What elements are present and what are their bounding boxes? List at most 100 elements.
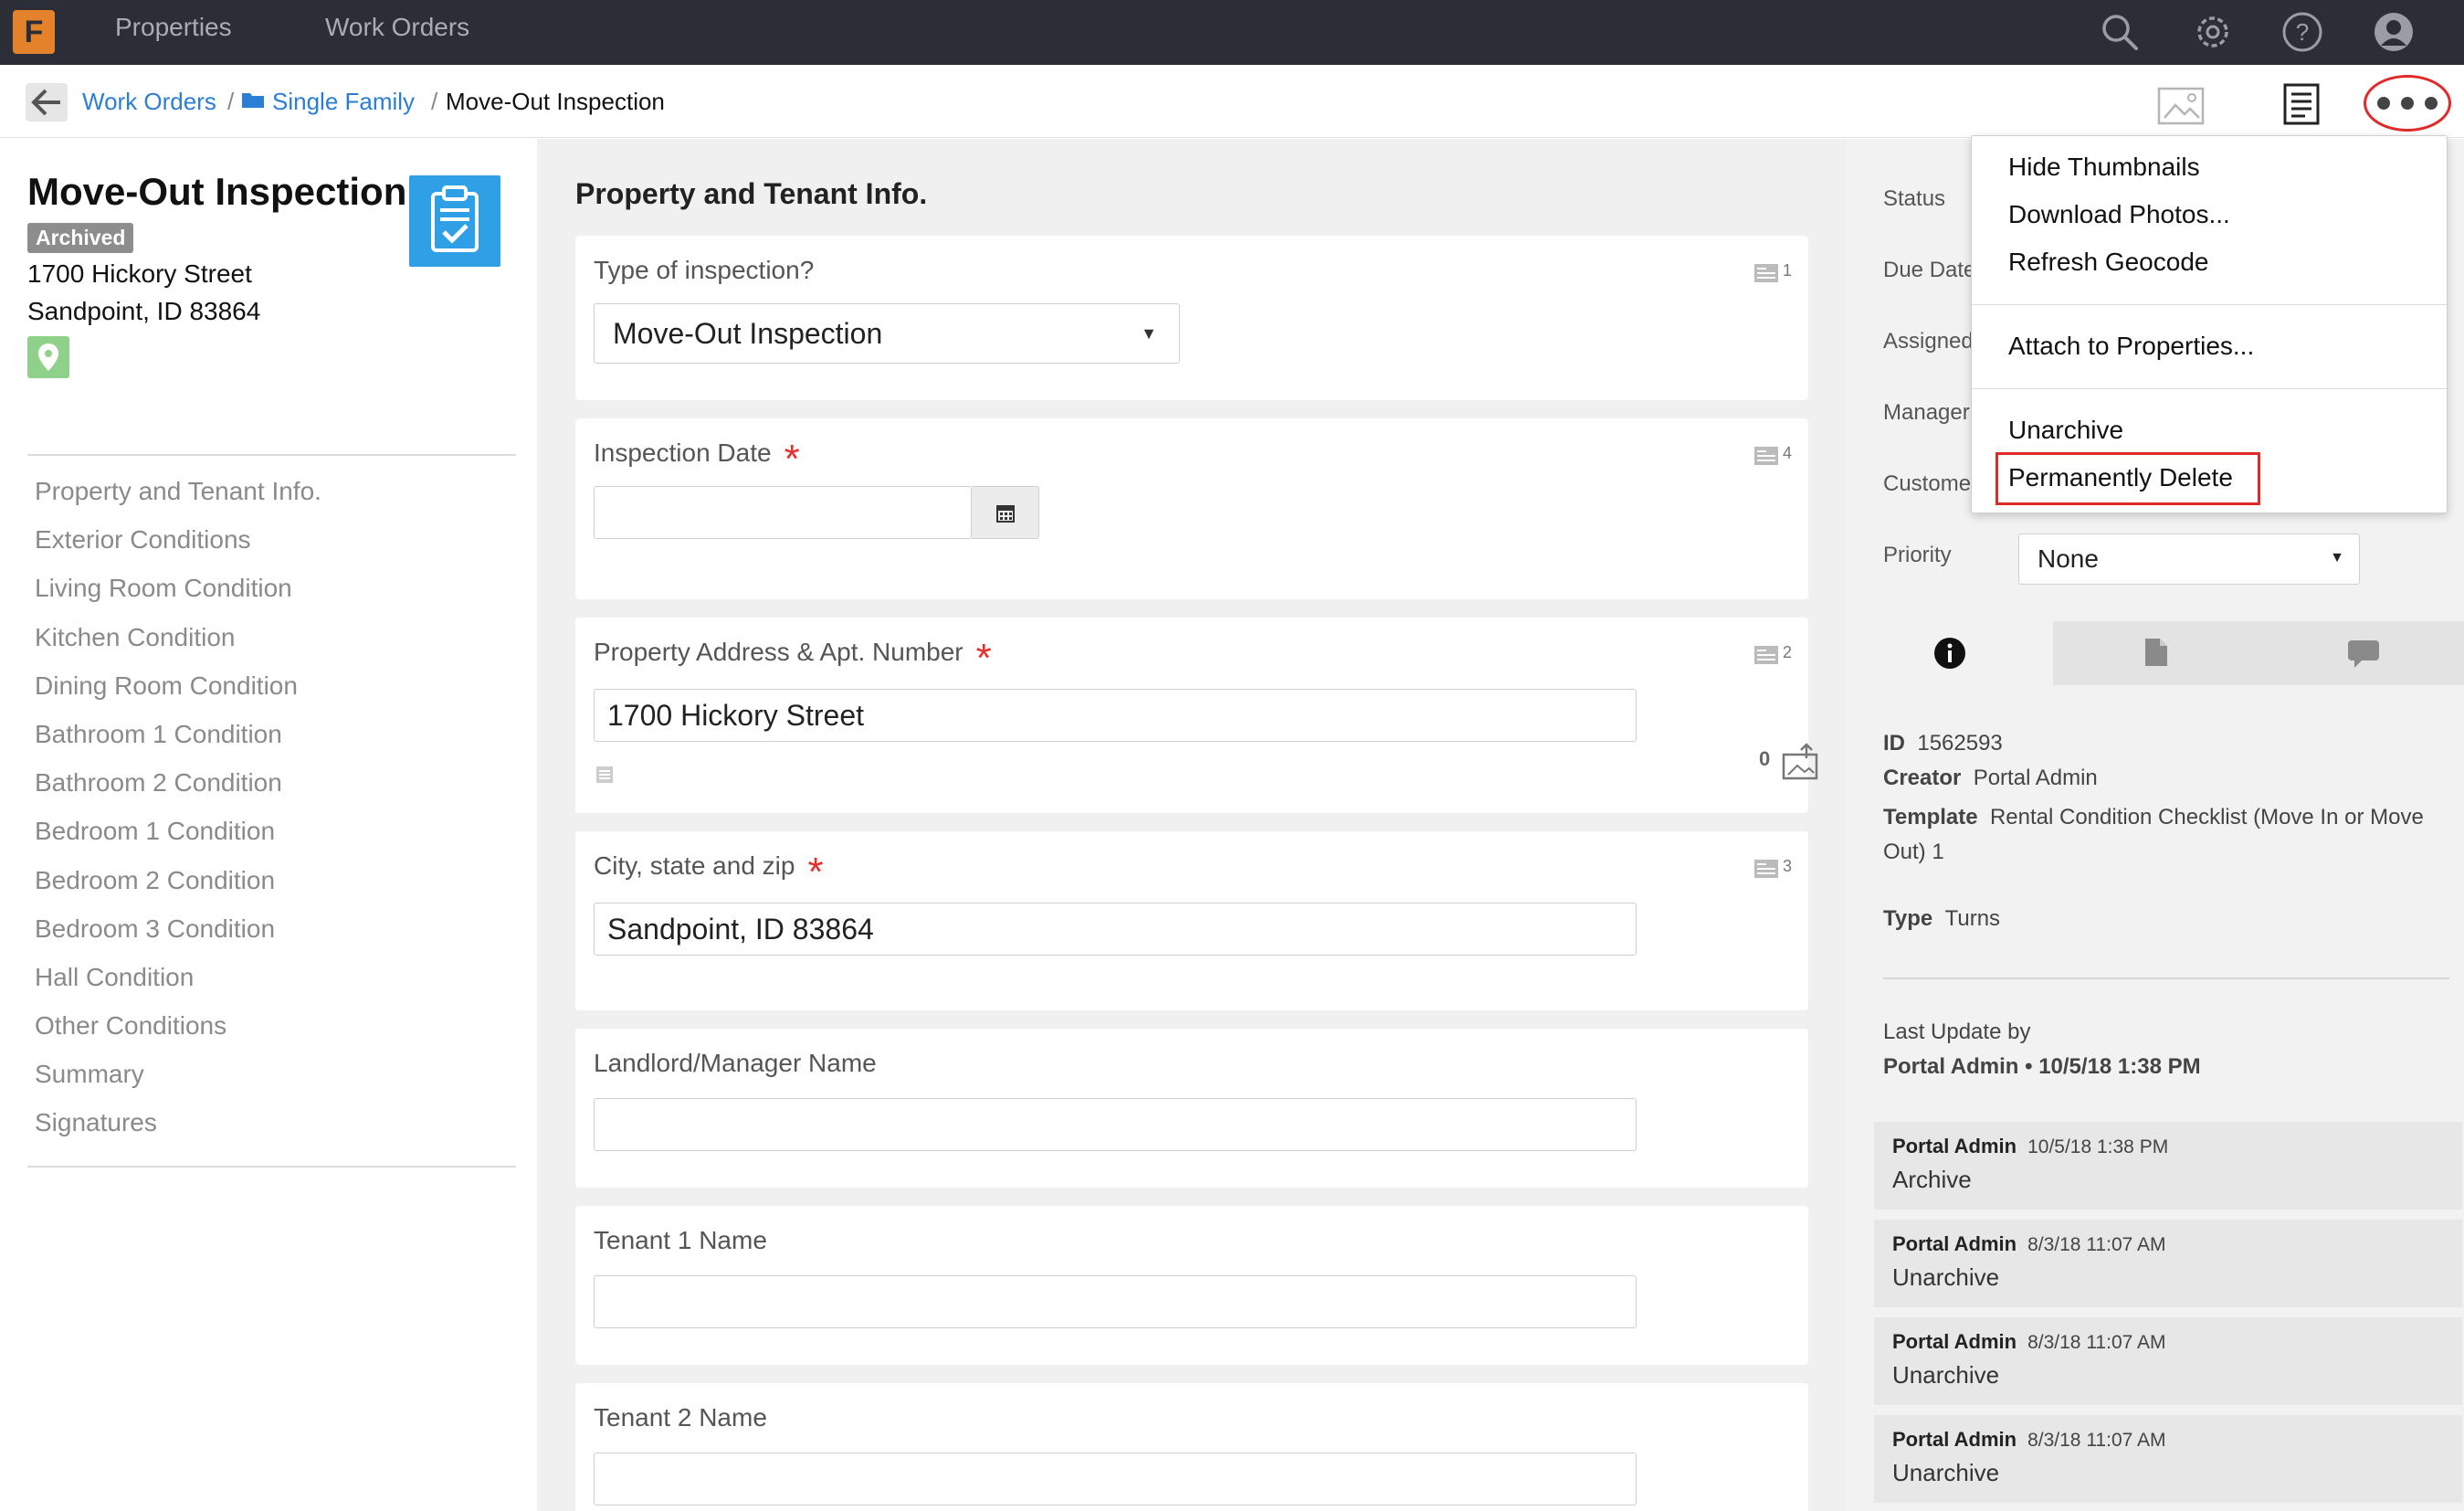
tenant-1-name-input[interactable] [594, 1275, 1637, 1328]
menu-item-download-photos[interactable]: Download Photos... [2008, 200, 2230, 229]
image-toggle-icon[interactable] [2157, 87, 2205, 125]
menu-divider [1972, 304, 2447, 305]
tab-documents[interactable] [2053, 621, 2259, 685]
city-state-zip-input[interactable] [594, 903, 1637, 956]
document-icon [2145, 639, 2167, 666]
customer-label: Custome [1883, 471, 1972, 496]
section-nav-item[interactable]: Other Conditions [27, 1001, 516, 1050]
work-order-title: Move-Out Inspection [27, 170, 407, 213]
menu-item-unarchive[interactable]: Unarchive [2008, 416, 2123, 445]
note-count-badge[interactable]: 4 [1753, 442, 1792, 470]
divider [1883, 977, 2449, 979]
landlord-name-input[interactable] [594, 1098, 1637, 1151]
note-count-badge[interactable]: 2 [1753, 641, 1793, 669]
top-navbar: F Properties Work Orders ? [0, 0, 2464, 65]
type-label: Type [1883, 906, 1933, 931]
section-nav-item[interactable]: Living Room Condition [27, 564, 516, 612]
caret-down-icon: ▼ [1141, 324, 1157, 343]
user-icon[interactable] [2371, 9, 2417, 55]
menu-item-hide-thumbnails[interactable]: Hide Thumbnails [2008, 153, 2200, 182]
map-pin-button[interactable] [27, 336, 69, 378]
activity-time: 8/3/18 11:07 AM [2027, 1332, 2166, 1353]
section-nav-item[interactable]: Bathroom 1 Condition [27, 710, 516, 758]
property-address-input[interactable] [594, 689, 1637, 742]
section-nav-item[interactable]: Summary [27, 1050, 516, 1098]
section-nav-item[interactable]: Bedroom 2 Condition [27, 856, 516, 904]
tab-info[interactable] [1847, 621, 2053, 685]
required-asterisk: * [784, 437, 800, 481]
search-icon[interactable] [2097, 9, 2143, 55]
tenant-2-name-input[interactable] [594, 1453, 1637, 1506]
activity-action: Archive [1892, 1166, 1972, 1193]
calendar-icon [996, 505, 1015, 523]
tab-comments[interactable] [2259, 621, 2464, 685]
upload-photo-icon[interactable] [1781, 742, 1819, 780]
note-count: 2 [1783, 643, 1793, 661]
calendar-button[interactable] [972, 486, 1039, 539]
question-label-text: City, state and zip [594, 851, 795, 880]
assigned-label: Assigned [1883, 329, 1974, 354]
question-card: City, state and zip * 3 [575, 831, 1808, 1010]
activity-item: Portal Admin 8/3/18 11:07 AM Unarchive [1874, 1415, 2462, 1503]
section-nav-item[interactable]: Dining Room Condition [27, 661, 516, 710]
menu-item-attach-to-properties[interactable]: Attach to Properties... [2008, 332, 2254, 361]
nav-work-orders[interactable]: Work Orders [325, 13, 469, 42]
activity-item: Portal Admin 10/5/18 1:38 PM Archive [1874, 1122, 2462, 1210]
address-line-2: Sandpoint, ID 83864 [27, 297, 261, 325]
question-card: Tenant 1 Name [575, 1206, 1808, 1365]
activity-action: Unarchive [1892, 1263, 2000, 1291]
id-label: ID [1883, 731, 1905, 756]
section-nav-item[interactable]: Kitchen Condition [27, 613, 516, 661]
more-options-highlight [2364, 75, 2451, 132]
note-count-badge[interactable]: 3 [1753, 855, 1792, 882]
template-label: Template [1883, 805, 1978, 829]
type-value: Turns [1944, 906, 2001, 931]
status-label: Status [1883, 186, 1946, 211]
question-card: Type of inspection? 1 Move-Out Inspectio… [575, 236, 1808, 400]
note-icon[interactable] [595, 766, 614, 784]
activity-item: Portal Admin 8/3/18 11:07 AM Unarchive [1874, 1317, 2462, 1405]
arrow-left-icon [31, 89, 60, 116]
inspection-date-input[interactable] [594, 486, 972, 539]
question-card: Tenant 2 Name [575, 1383, 1808, 1511]
activity-time: 8/3/18 11:07 AM [2027, 1430, 2166, 1451]
form-area: Property and Tenant Info. Type of inspec… [537, 139, 1847, 1511]
app-logo[interactable]: F [13, 10, 55, 54]
menu-item-permanently-delete[interactable]: Permanently Delete [2008, 463, 2233, 492]
creator-label: Creator [1883, 766, 1962, 790]
section-nav-item[interactable]: Bedroom 3 Condition [27, 904, 516, 953]
question-label: City, state and zip * [594, 851, 824, 893]
info-id: ID 1562593 [1883, 731, 2449, 756]
note-count-badge[interactable]: 1 [1753, 259, 1792, 287]
nav-properties[interactable]: Properties [115, 13, 232, 42]
priority-select[interactable]: None ▼ [2018, 534, 2360, 585]
question-label-text: Property Address & Apt. Number [594, 638, 963, 666]
inspection-type-select[interactable]: Move-Out Inspection ▼ [594, 303, 1180, 364]
required-asterisk: * [975, 636, 992, 681]
activity-time: 10/5/18 1:38 PM [2027, 1136, 2169, 1157]
question-card: Property Address & Apt. Number * 2 0 [575, 618, 1818, 813]
section-nav-item[interactable]: Signatures [27, 1098, 516, 1146]
breadcrumb-single-family[interactable]: Single Family [272, 88, 415, 116]
last-update-value: Portal Admin • 10/5/18 1:38 PM [1883, 1054, 2201, 1079]
section-nav-item[interactable]: Bathroom 2 Condition [27, 758, 516, 807]
breadcrumb-work-orders[interactable]: Work Orders [82, 88, 216, 116]
activity-action: Unarchive [1892, 1361, 2000, 1389]
gear-icon[interactable] [2190, 9, 2236, 55]
section-nav-item[interactable]: Property and Tenant Info. [27, 467, 516, 515]
activity-user: Portal Admin [1892, 1135, 2017, 1157]
details-tabs [1847, 621, 2464, 685]
help-icon[interactable]: ? [2280, 9, 2325, 55]
photo-count: 0 [1759, 747, 1771, 770]
back-button[interactable] [26, 83, 68, 122]
section-nav-item[interactable]: Hall Condition [27, 953, 516, 1001]
activity-user: Portal Admin [1892, 1232, 2017, 1255]
menu-item-refresh-geocode[interactable]: Refresh Geocode [2008, 248, 2208, 277]
section-nav-item[interactable]: Bedroom 1 Condition [27, 807, 516, 855]
activity-item: Portal Admin 8/3/18 11:07 AM Unarchive [1874, 1220, 2462, 1307]
notes-icon [1754, 860, 1778, 878]
info-type: Type Turns [1883, 906, 2449, 932]
question-label: Property Address & Apt. Number * [594, 638, 992, 679]
report-icon[interactable] [2283, 83, 2320, 125]
section-nav-item[interactable]: Exterior Conditions [27, 515, 516, 564]
